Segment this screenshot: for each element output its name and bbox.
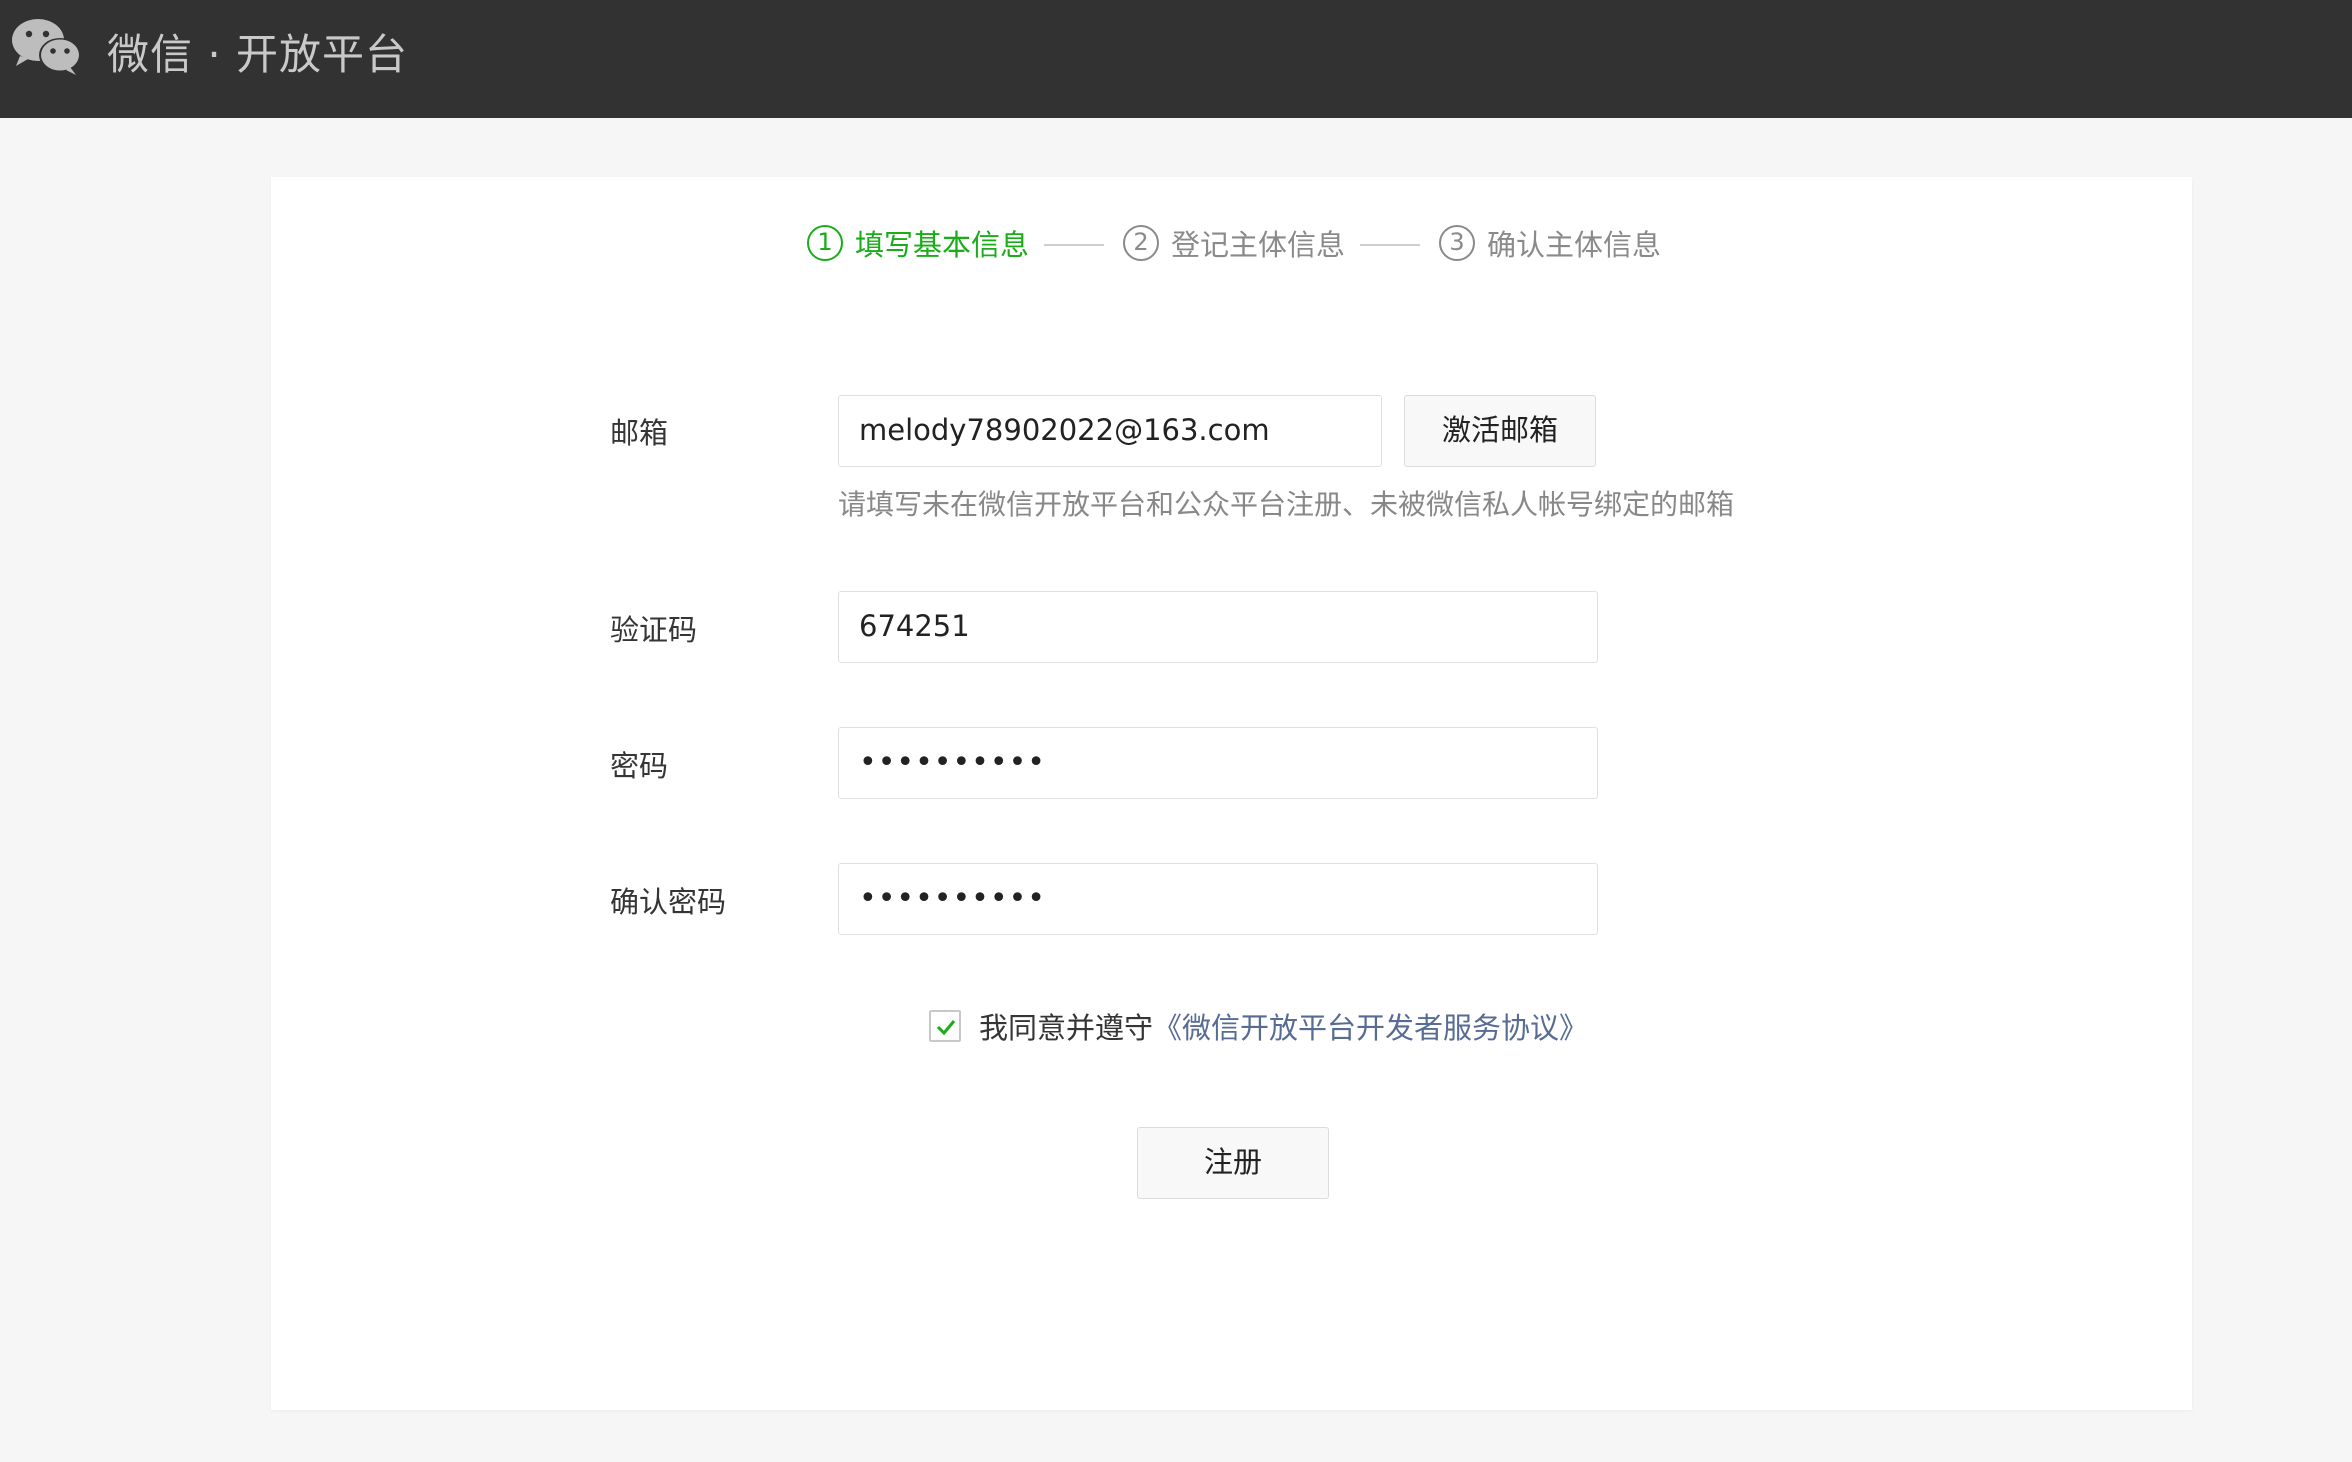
password-field[interactable]: •••••••••• (838, 727, 1598, 799)
step-divider (1360, 244, 1420, 246)
confirm-password-field[interactable]: •••••••••• (838, 863, 1598, 935)
step-3: 3 确认主体信息 (1439, 222, 1661, 264)
step-2: 2 登记主体信息 (1123, 222, 1345, 264)
step-1-label: 填写基本信息 (855, 228, 1030, 262)
password-label: 密码 (610, 749, 669, 783)
step-1-number: 1 (807, 225, 843, 261)
step-divider (1044, 244, 1104, 246)
agreement-text: 我同意并遵守 (979, 1011, 1154, 1045)
code-label: 验证码 (610, 613, 698, 647)
checkmark-icon (936, 1020, 956, 1036)
agreement-checkbox[interactable] (929, 1010, 961, 1042)
step-3-label: 确认主体信息 (1487, 228, 1662, 262)
site-title[interactable]: 微信 · 开放平台 (107, 21, 408, 82)
confirm-password-label: 确认密码 (610, 885, 727, 919)
verification-code-field[interactable]: 674251 (838, 591, 1598, 663)
agreement-link[interactable]: 《微信开放平台开发者服务协议》 (1153, 1005, 1588, 1047)
activate-email-button[interactable]: 激活邮箱 (1404, 395, 1596, 467)
step-2-number: 2 (1123, 225, 1159, 261)
email-field[interactable]: melody78902022@163.com (838, 395, 1382, 467)
email-label: 邮箱 (610, 416, 669, 450)
agreement-row: 我同意并遵守 《微信开放平台开发者服务协议》 (929, 1006, 1588, 1046)
step-1: 1 填写基本信息 (807, 222, 1029, 264)
top-header: 微信 · 开放平台 (0, 0, 2352, 118)
step-3-number: 3 (1439, 225, 1475, 261)
wechat-logo-icon[interactable] (10, 16, 82, 76)
registration-card: 1 填写基本信息 2 登记主体信息 3 确认主体信息 邮箱 melody7890… (271, 177, 2192, 1410)
email-hint: 请填写未在微信开放平台和公众平台注册、未被微信私人帐号绑定的邮箱 (838, 488, 1735, 521)
register-button[interactable]: 注册 (1137, 1127, 1329, 1199)
step-2-label: 登记主体信息 (1171, 228, 1346, 262)
